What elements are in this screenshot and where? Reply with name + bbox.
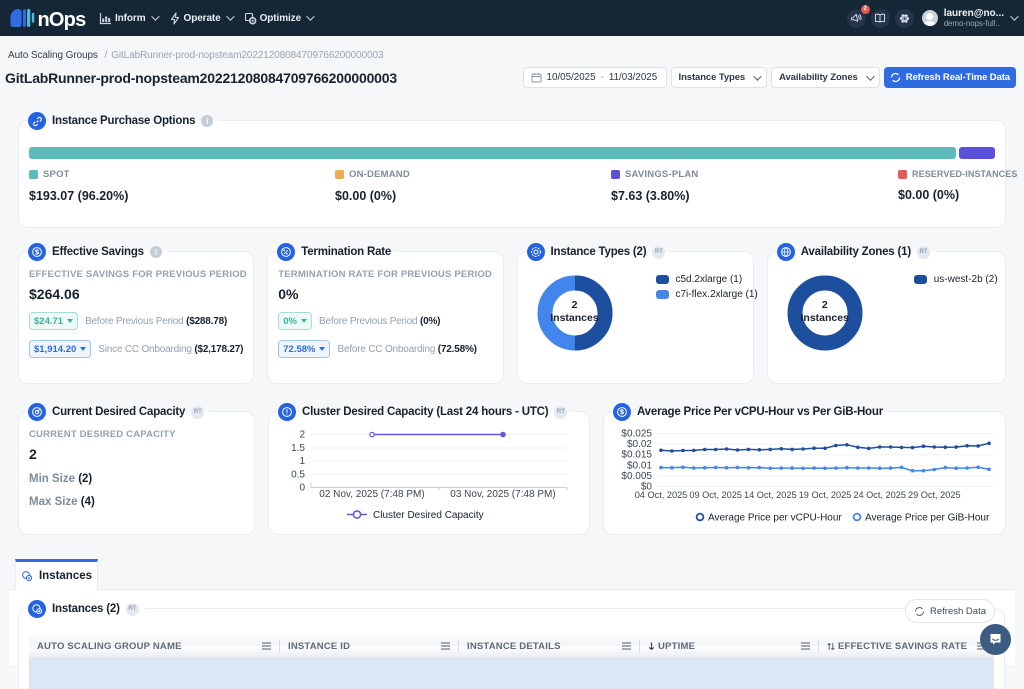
svg-text:03 Nov, 2025 (7:48 PM): 03 Nov, 2025 (7:48 PM) xyxy=(450,489,555,500)
svg-text:$0.015: $0.015 xyxy=(621,450,652,461)
svg-text:1.5: 1.5 xyxy=(291,443,305,454)
svg-text:19 Oct, 2025: 19 Oct, 2025 xyxy=(799,490,852,500)
svg-text:0: 0 xyxy=(299,483,305,494)
svg-text:Cluster Desired Capacity: Cluster Desired Capacity xyxy=(373,510,484,521)
svg-text:$0.005: $0.005 xyxy=(621,471,652,482)
svg-text:04 Oct, 2025: 04 Oct, 2025 xyxy=(635,490,688,500)
svg-text:29 Oct, 2025: 29 Oct, 2025 xyxy=(908,490,961,500)
svg-text:0.5: 0.5 xyxy=(291,470,305,481)
svg-text:2: 2 xyxy=(299,430,305,441)
svg-text:$0.02: $0.02 xyxy=(627,439,652,450)
svg-text:1: 1 xyxy=(299,456,305,467)
svg-text:$0.01: $0.01 xyxy=(627,460,652,471)
svg-text:24 Oct, 2025: 24 Oct, 2025 xyxy=(853,490,906,500)
svg-text:09 Oct, 2025: 09 Oct, 2025 xyxy=(689,490,742,500)
svg-text:nOps: nOps xyxy=(38,9,87,31)
svg-text:02 Nov, 2025 (7:48 PM): 02 Nov, 2025 (7:48 PM) xyxy=(319,489,424,500)
svg-text:$0.025: $0.025 xyxy=(621,429,652,440)
svg-text:14 Oct, 2025: 14 Oct, 2025 xyxy=(744,490,797,500)
svg-text:Average Price per vCPU-Hour: Average Price per vCPU-Hour xyxy=(708,513,842,524)
svg-text:Average Price per GiB-Hour: Average Price per GiB-Hour xyxy=(865,513,990,524)
